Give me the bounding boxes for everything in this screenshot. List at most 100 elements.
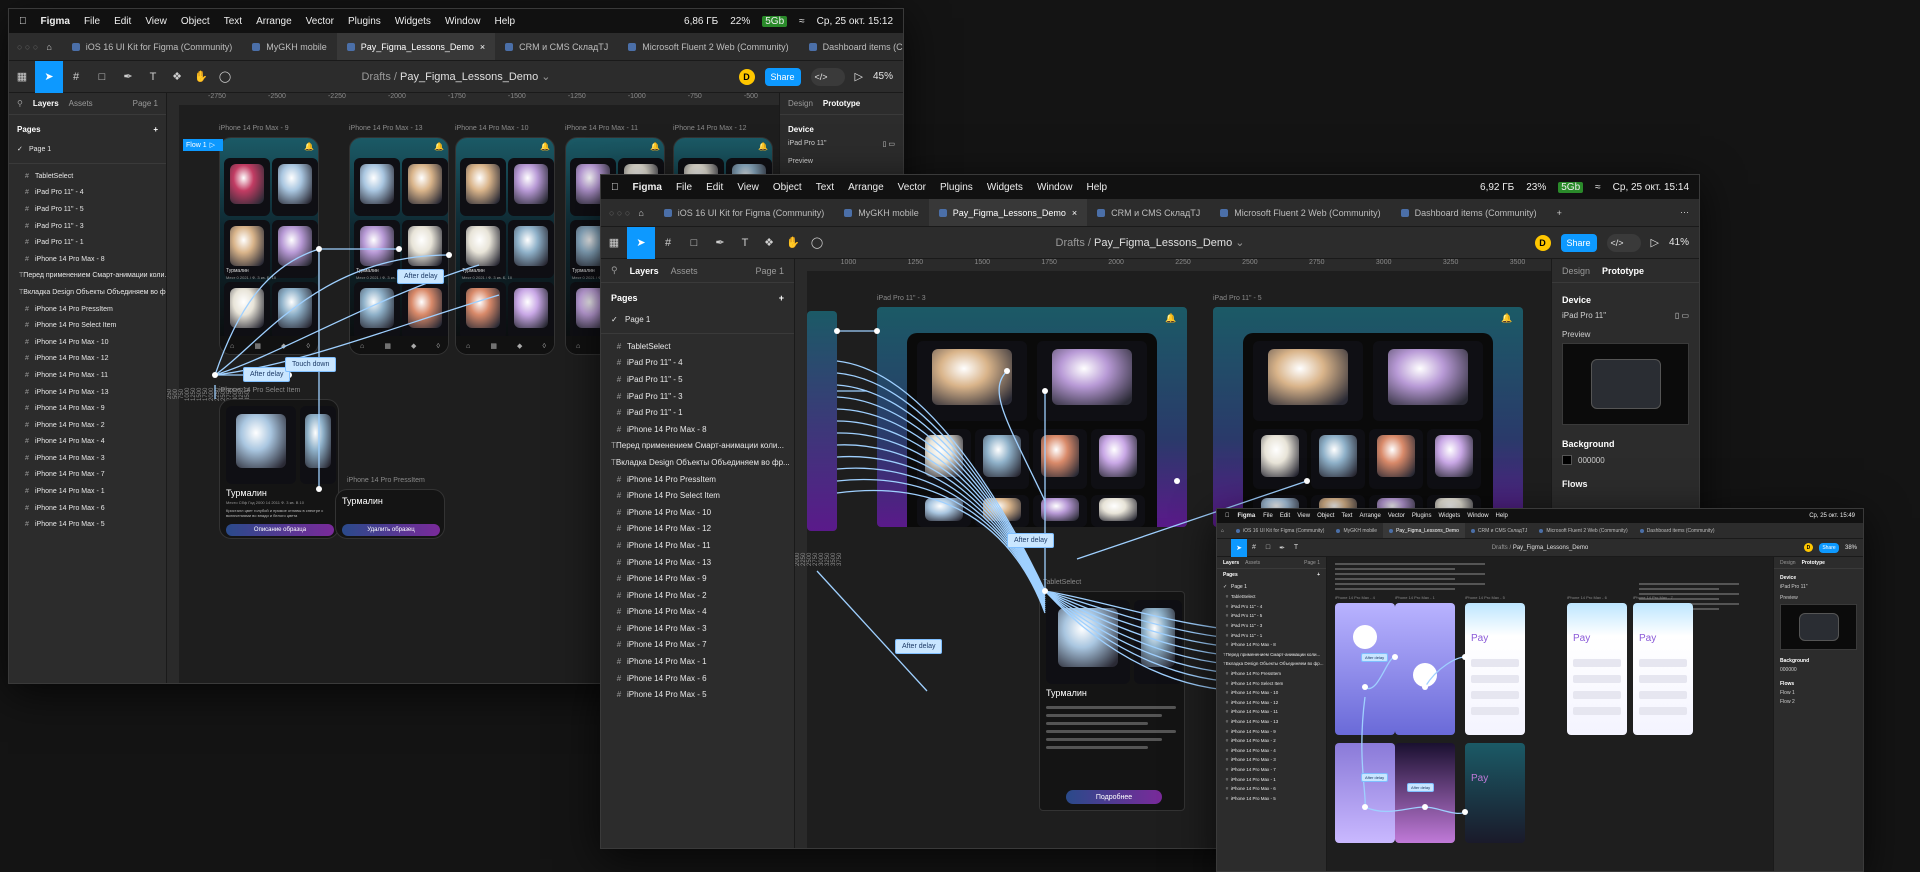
page-selector[interactable]: Page 1 [133,99,158,108]
menu-item-file[interactable]: File [1263,513,1273,519]
map-icon[interactable]: ◊ [542,343,545,350]
mineral-card[interactable] [508,158,554,216]
delete-sample-button[interactable]: Удалить образец [342,524,440,536]
layer-item[interactable]: # iPhone 14 Pro Max - 6 [1217,784,1326,794]
menu-item-view[interactable]: View [737,182,759,193]
canvas[interactable]: iPhone 14 Pro Max - 4 iPhone 14 Pro Max -… [1327,557,1773,871]
diamond-icon[interactable]: ◆ [281,342,286,350]
device-select[interactable]: iPad Pro 11" [788,140,827,148]
layer-item[interactable]: # iPad Pro 11" - 3 [1217,621,1326,631]
bottom-nav[interactable]: ⌂ ▦ ◆ ◊ [350,336,448,354]
pay-input-field[interactable] [1573,675,1621,683]
layer-item[interactable]: # iPad Pro 11" - 3 [601,388,794,405]
layer-item[interactable]: T Перед применением Смарт-анимации коли..… [601,438,794,455]
zoom-level[interactable]: 41% [1669,237,1689,248]
tab-0[interactable]: iOS 16 UI Kit for Figma (Community) [62,33,243,60]
main-menu-icon[interactable]: ▦ [9,61,35,93]
mineral-card[interactable] [300,406,336,484]
mineral-card[interactable] [1046,600,1130,684]
mineral-card[interactable] [1373,341,1483,421]
tab-layers[interactable]: Layers [33,99,59,108]
layer-item[interactable]: T Вкладка Design Объекты Объединяем во фр… [601,454,794,471]
describe-sample-button[interactable]: Описание образца [226,524,334,536]
layer-item[interactable]: # iPhone 14 Pro Max - 11 [9,367,166,384]
interaction-label[interactable]: After delay [1407,783,1435,792]
breadcrumb-file[interactable]: Pay_Figma_Lessons_Demo [1513,545,1588,551]
mineral-card[interactable] [1253,341,1363,421]
menu-item-object[interactable]: Object [1317,513,1334,519]
layer-item[interactable]: # iPhone 14 Pro Max - 7 [601,637,794,654]
layer-item[interactable]: # iPhone 14 Pro Max - 2 [1217,736,1326,746]
pay-input-field[interactable] [1639,675,1687,683]
play-icon[interactable]: ▷ [1651,236,1659,249]
interaction-label[interactable]: After delay [243,367,291,382]
frame-label[interactable]: iPhone 14 Pro Max - 11 [565,125,638,132]
frame-label[interactable]: iPhone 14 Pro Select Item [219,387,300,394]
mineral-card[interactable] [508,220,554,278]
catalog-icon[interactable]: ▦ [384,342,391,350]
menu-item-edit[interactable]: Edit [706,182,723,193]
mineral-card[interactable] [272,220,318,278]
device-select[interactable]: iPad Pro 11" [1562,311,1606,320]
play-icon[interactable]: ▷ [855,70,863,83]
shape-icon[interactable]: □ [89,61,115,93]
frame-label[interactable]: iPhone 14 Pro PressItem [347,477,425,484]
pay-input-field[interactable] [1639,691,1687,699]
phone-frame[interactable]: Pay [1465,603,1525,735]
tab-3[interactable]: CRM и CMS СкладTJ [495,33,618,60]
pay-input-field[interactable] [1471,707,1519,715]
zoom-level[interactable]: 38% [1845,545,1857,551]
mineral-card[interactable] [1311,429,1365,489]
tab-3[interactable]: CRM и CMS СкладTJ [1465,523,1533,538]
layer-item[interactable]: # iPhone 14 Pro Max - 13 [9,384,166,401]
layer-item[interactable]: # iPhone 14 Pro Max - 5 [1217,793,1326,803]
layer-item[interactable]: # iPhone 14 Pro PressItem [1217,669,1326,679]
pay-input-field[interactable] [1639,707,1687,715]
flow-start-tag[interactable]: Flow 1 ▷ [183,139,223,151]
frame-label[interactable]: iPad Pro 11" - 5 [1213,295,1262,302]
menu-item-view[interactable]: View [1297,513,1310,519]
breadcrumb-drafts[interactable]: Drafts [1492,545,1508,551]
move-icon[interactable]: ➤ [1231,538,1247,557]
map-icon[interactable]: ◊ [436,343,439,350]
phone-frame[interactable]: Pay [1465,743,1525,843]
phone-frame[interactable] [1335,743,1395,843]
mineral-card[interactable] [1253,429,1307,489]
phone-frame-press-item[interactable]: Турмалин Удалить образец [335,489,445,539]
menu-item-arrange[interactable]: Arrange [1359,513,1380,519]
layer-item[interactable]: # iPad Pro 11" - 4 [601,355,794,372]
menu-item-file[interactable]: File [676,182,692,193]
layer-item[interactable]: # iPad Pro 11" - 5 [9,201,166,218]
menu-item-help[interactable]: Help [1496,513,1508,519]
layer-item[interactable]: # iPhone 14 Pro Max - 2 [601,587,794,604]
layer-item[interactable]: # iPhone 14 Pro Max - 9 [601,570,794,587]
frame-icon[interactable]: # [655,227,681,259]
frame-label[interactable]: iPhone 14 Pro Max - 4 [1335,595,1375,600]
layer-item[interactable]: # iPad Pro 11" - 1 [1217,630,1326,640]
layer-item[interactable]: T Перед применением Смарт-анимации коли..… [1217,650,1326,660]
frame-label[interactable]: iPhone 14 Pro Max - 7 [1633,595,1673,600]
tab-0[interactable]: iOS 16 UI Kit for Figma (Community) [1230,523,1330,538]
breadcrumb-drafts[interactable]: Drafts [1056,237,1085,249]
layer-item[interactable]: # iPhone 14 Pro Max - 8 [9,251,166,268]
tab-prototype[interactable]: Prototype [1802,560,1825,566]
close-icon[interactable]: × [480,42,485,52]
device-orientation-icon[interactable]: ▯ ▭ [883,140,895,148]
hand-icon[interactable]: ✋ [189,61,213,93]
apple-icon[interactable]:  [1225,513,1230,519]
layer-item[interactable]: # iPhone 14 Pro PressItem [601,471,794,488]
mineral-card[interactable] [1369,429,1423,489]
menu-item-edit[interactable]: Edit [1280,513,1290,519]
tab-5[interactable]: Dashboard items (Community) [1391,199,1547,226]
mineral-card[interactable] [460,282,506,340]
menu-item-view[interactable]: View [145,16,167,27]
window-controls[interactable]: ○ ○ ○ [17,42,38,52]
add-page-plus-icon[interactable]: + [1317,572,1320,578]
pen-icon[interactable]: ✒ [115,61,141,93]
share-button[interactable]: Share [1560,233,1597,252]
menu-item-widgets[interactable]: Widgets [987,182,1023,193]
pay-input-field[interactable] [1573,659,1621,667]
tab-4[interactable]: Microsoft Fluent 2 Web (Community) [618,33,798,60]
layer-item[interactable]: # iPad Pro 11" - 3 [9,218,166,235]
dev-mode-toggle[interactable]: </> [810,67,845,86]
